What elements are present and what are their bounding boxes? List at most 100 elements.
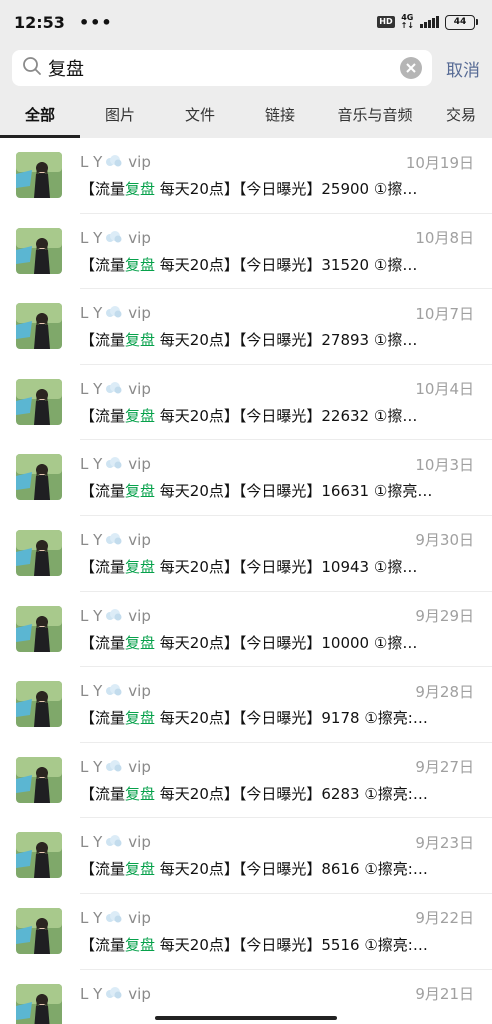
search-box[interactable]: 复盘 (12, 50, 432, 86)
result-header: L Y vip 9月27日 (80, 757, 474, 777)
sender-suffix: vip (128, 908, 151, 927)
preview-prefix: 【流量 (80, 860, 126, 879)
tab-transactions[interactable]: 交易 (430, 92, 492, 138)
sender-name: L Y vip (80, 229, 151, 247)
avatar[interactable] (16, 152, 62, 198)
avatar[interactable] (16, 303, 62, 350)
sender-name: L Y vip (80, 153, 151, 171)
result-row[interactable]: L Y vip 10月3日 【流量复盘 每天20点】【今日曝光】16631 ①擦… (0, 440, 492, 516)
result-row[interactable]: L Y vip 10月8日 【流量复盘 每天20点】【今日曝光】31520 ①擦… (0, 214, 492, 290)
result-content: L Y vip 10月3日 【流量复盘 每天20点】【今日曝光】16631 ①擦… (80, 454, 492, 501)
clear-icon[interactable] (400, 57, 422, 79)
preview-suffix: 每天20点】【今日曝光】27893 ①擦… (155, 331, 418, 350)
result-header: L Y vip 9月30日 (80, 530, 474, 550)
result-header: L Y vip 10月7日 (80, 303, 474, 323)
result-row[interactable]: L Y vip 10月7日 【流量复盘 每天20点】【今日曝光】27893 ①擦… (0, 289, 492, 365)
keyword-highlight: 复盘 (125, 482, 156, 501)
result-header: L Y vip 10月19日 (80, 152, 474, 172)
message-date: 9月23日 (415, 833, 474, 852)
search-bar: 复盘 取消 (0, 44, 492, 92)
preview-prefix: 【流量 (80, 935, 126, 954)
result-header: L Y vip 10月4日 (80, 379, 474, 399)
preview-prefix: 【流量 (80, 406, 126, 425)
avatar[interactable] (16, 454, 62, 501)
message-preview: 【流量复盘 每天20点】【今日曝光】25900 ①擦… (80, 178, 474, 199)
filter-tabs: 全部 图片 文件 链接 音乐与音频 交易 (0, 92, 492, 138)
sender-name: L Y vip (80, 758, 151, 776)
cloud-emoji-icon (104, 758, 122, 776)
cancel-button[interactable]: 取消 (446, 56, 480, 81)
result-content: L Y vip 10月19日 【流量复盘 每天20点】【今日曝光】25900 ①… (80, 152, 492, 199)
tab-files[interactable]: 文件 (160, 92, 240, 138)
keyword-highlight: 复盘 (125, 935, 156, 954)
cloud-emoji-icon (104, 153, 122, 171)
sender-name: L Y vip (80, 909, 151, 927)
result-row[interactable]: L Y vip 9月29日 【流量复盘 每天20点】【今日曝光】10000 ①擦… (0, 592, 492, 668)
sender-name: L Y vip (80, 833, 151, 851)
cloud-emoji-icon (104, 607, 122, 625)
preview-prefix: 【流量 (80, 331, 126, 350)
keyword-highlight: 复盘 (125, 255, 156, 274)
message-date: 10月8日 (415, 229, 474, 248)
result-row[interactable]: L Y vip 9月30日 【流量复盘 每天20点】【今日曝光】10943 ①擦… (0, 516, 492, 592)
battery-icon: 44 (445, 14, 478, 30)
sender-label: L Y (80, 455, 103, 474)
avatar[interactable] (16, 529, 62, 576)
result-header: L Y vip 9月23日 (80, 832, 474, 852)
message-date: 9月28日 (415, 682, 474, 701)
avatar[interactable] (16, 605, 62, 652)
avatar[interactable] (16, 983, 62, 1024)
avatar[interactable] (16, 681, 62, 728)
result-header: L Y vip 9月28日 (80, 681, 474, 701)
preview-suffix: 每天20点】【今日曝光】25900 ①擦… (155, 180, 418, 198)
message-date: 10月19日 (405, 153, 474, 172)
avatar[interactable] (16, 907, 62, 954)
result-header: L Y vip 9月22日 (80, 908, 474, 928)
message-date: 10月4日 (415, 380, 474, 399)
sender-name: L Y vip (80, 304, 151, 322)
search-input[interactable]: 复盘 (48, 55, 400, 81)
tab-links[interactable]: 链接 (240, 92, 320, 138)
sender-suffix: vip (128, 379, 151, 398)
cloud-emoji-icon (104, 833, 122, 851)
result-content: L Y vip 9月29日 【流量复盘 每天20点】【今日曝光】10000 ①擦… (80, 606, 492, 653)
sender-name: L Y vip (80, 682, 151, 700)
sender-suffix: vip (128, 455, 151, 474)
tab-images[interactable]: 图片 (80, 92, 160, 138)
result-row[interactable]: L Y vip 9月27日 【流量复盘 每天20点】【今日曝光】6283 ①擦亮… (0, 743, 492, 819)
network-type: 4G ↑↓ (400, 13, 414, 30)
preview-prefix: 【流量 (80, 784, 126, 803)
preview-suffix: 每天20点】【今日曝光】31520 ①擦… (155, 255, 418, 274)
avatar[interactable] (16, 832, 62, 879)
home-indicator[interactable] (155, 1016, 337, 1020)
status-time: 12:53 (14, 12, 65, 32)
sender-suffix: vip (128, 682, 151, 701)
hd-icon: HD (377, 16, 395, 28)
result-row[interactable]: L Y vip 10月19日 【流量复盘 每天20点】【今日曝光】25900 ①… (0, 138, 492, 214)
keyword-highlight: 复盘 (125, 784, 156, 803)
result-row[interactable]: L Y vip 10月4日 【流量复盘 每天20点】【今日曝光】22632 ①擦… (0, 365, 492, 441)
tab-all[interactable]: 全部 (0, 92, 80, 138)
top-header: 12:53 ••• HD 4G ↑↓ 44 复盘 取消 全部 图片 文件 链接 … (0, 0, 492, 138)
message-date: 9月30日 (415, 531, 474, 550)
result-row[interactable]: L Y vip 9月28日 【流量复盘 每天20点】【今日曝光】9178 ①擦亮… (0, 667, 492, 743)
message-preview: 【流量复盘 每天20点】【今日曝光】31520 ①擦… (80, 254, 474, 275)
preview-suffix: 每天20点】【今日曝光】10943 ①擦… (155, 557, 418, 576)
tab-music-audio[interactable]: 音乐与音频 (320, 92, 430, 138)
result-row[interactable]: L Y vip 9月23日 【流量复盘 每天20点】【今日曝光】8616 ①擦亮… (0, 818, 492, 894)
message-date: 9月22日 (415, 909, 474, 928)
preview-prefix: 【流量 (80, 633, 126, 652)
cloud-emoji-icon (104, 380, 122, 398)
avatar[interactable] (16, 756, 62, 803)
sender-suffix: vip (128, 606, 151, 625)
status-icons: HD 4G ↑↓ 44 (377, 14, 478, 30)
avatar[interactable] (16, 227, 62, 274)
result-content: L Y vip 9月27日 【流量复盘 每天20点】【今日曝光】6283 ①擦亮… (80, 757, 492, 804)
result-content: L Y vip 9月23日 【流量复盘 每天20点】【今日曝光】8616 ①擦亮… (80, 832, 492, 879)
result-header: L Y vip 9月21日 (80, 984, 474, 1004)
preview-prefix: 【流量 (80, 482, 126, 501)
avatar[interactable] (16, 378, 62, 425)
result-content: L Y vip 10月8日 【流量复盘 每天20点】【今日曝光】31520 ①擦… (80, 228, 492, 275)
result-row[interactable]: L Y vip 9月22日 【流量复盘 每天20点】【今日曝光】5516 ①擦亮… (0, 894, 492, 970)
preview-suffix: 每天20点】【今日曝光】6283 ①擦亮:… (155, 784, 428, 803)
